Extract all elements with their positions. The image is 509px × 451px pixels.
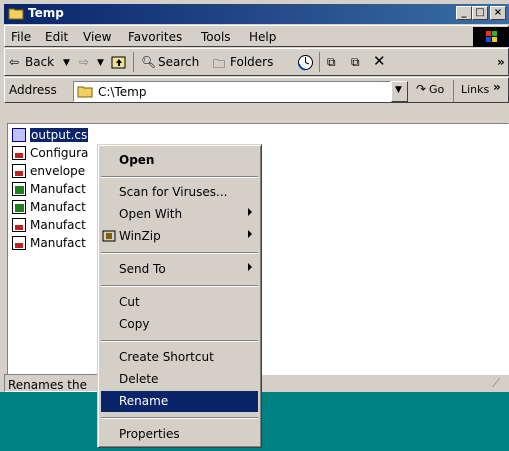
menu-separator — [101, 285, 258, 287]
back-arrow-icon[interactable]: ⇦ — [9, 55, 19, 69]
menu-item-label: Cut — [119, 295, 140, 309]
folder-icon — [77, 86, 93, 98]
toolbar-divider — [133, 52, 134, 72]
folder-icon — [8, 8, 24, 20]
address-value: C:\Temp — [98, 85, 147, 99]
document-icon — [12, 218, 26, 232]
submenu-arrow-icon — [248, 263, 252, 271]
back-button-label[interactable]: Back — [25, 55, 54, 69]
menu-item-properties[interactable]: Properties — [101, 424, 258, 445]
standard-toolbar: ⇦ Back ▼ ⇨ ▼ 🔍︎ Search 🗀 Folders ⧉ ⧉ ✕ » — [4, 48, 509, 76]
menu-item-label: Open — [119, 153, 155, 167]
search-icon[interactable]: 🔍︎ — [141, 55, 156, 69]
windows-logo-icon — [473, 27, 509, 47]
close-button[interactable]: × — [490, 6, 506, 20]
menu-separator — [101, 176, 258, 178]
menu-item-open-with[interactable]: Open With — [101, 204, 258, 225]
context-menu: Open Scan for Viruses... Open With WinZi… — [97, 144, 262, 448]
links-overflow-icon[interactable]: » — [493, 80, 501, 94]
search-button-label[interactable]: Search — [158, 55, 199, 69]
menu-separator — [101, 417, 258, 419]
history-icon[interactable] — [297, 54, 314, 71]
menu-item-label: Rename — [119, 394, 169, 408]
menu-favorites[interactable]: Favorites — [128, 30, 182, 44]
document-icon — [12, 146, 26, 160]
back-dropdown-icon[interactable]: ▼ — [63, 58, 70, 68]
address-bar: Address C:\Temp ▼ ↷ Go Links » — [4, 77, 509, 103]
file-name: Manufact — [30, 200, 86, 214]
document-icon — [12, 236, 26, 250]
menu-item-label: Send To — [119, 262, 166, 276]
go-arrow-icon[interactable]: ↷ — [416, 82, 426, 96]
toolbar-divider — [319, 52, 320, 72]
menu-item-send-to[interactable]: Send To — [101, 259, 258, 280]
menu-item-label: Copy — [119, 317, 150, 331]
window-title: Temp — [28, 6, 64, 20]
file-name: Manufact — [30, 236, 86, 250]
menu-item-delete[interactable]: Delete — [101, 369, 258, 390]
address-dropdown-button[interactable]: ▼ — [391, 81, 408, 102]
menu-item-rename[interactable]: Rename — [101, 391, 258, 412]
file-name: Manufact — [30, 218, 86, 232]
toolbar-divider — [453, 80, 454, 102]
file-name: envelope — [30, 164, 86, 178]
delete-icon[interactable]: ✕ — [373, 52, 386, 70]
menu-item-label: Create Shortcut — [119, 350, 214, 364]
menu-item-open[interactable]: Open — [101, 150, 258, 171]
app-icon — [12, 200, 26, 214]
folders-button-label[interactable]: Folders — [230, 55, 273, 69]
menu-item-scan-viruses[interactable]: Scan for Viruses... — [101, 182, 258, 203]
menu-bar: File Edit View Favorites Tools Help — [4, 25, 509, 47]
menu-item-winzip[interactable]: WinZip — [101, 226, 258, 247]
submenu-arrow-icon — [248, 230, 252, 238]
app-icon — [12, 182, 26, 196]
menu-item-label: Open With — [119, 207, 183, 221]
maximize-button[interactable]: □ — [472, 6, 488, 20]
chevron-down-icon: ▼ — [395, 85, 402, 95]
resize-grip-icon[interactable]: ⟋ — [492, 376, 500, 391]
copy-to-icon[interactable]: ⧉ — [351, 55, 360, 70]
winzip-icon — [102, 230, 116, 242]
menu-item-cut[interactable]: Cut — [101, 292, 258, 313]
menu-help[interactable]: Help — [249, 30, 276, 44]
menu-separator — [101, 340, 258, 342]
menu-item-label: Delete — [119, 372, 159, 386]
status-text: Renames the — [8, 378, 87, 392]
forward-dropdown-icon: ▼ — [97, 58, 104, 68]
menu-item-label: Properties — [119, 427, 180, 441]
toolbar-overflow-icon[interactable]: » — [497, 55, 505, 69]
document-icon — [12, 164, 26, 178]
links-label[interactable]: Links — [461, 83, 489, 96]
title-bar[interactable]: Temp _ □ × — [4, 4, 509, 24]
menu-file[interactable]: File — [11, 30, 31, 44]
submenu-arrow-icon — [248, 208, 252, 216]
menu-tools[interactable]: Tools — [201, 30, 231, 44]
menu-edit[interactable]: Edit — [45, 30, 68, 44]
move-to-icon[interactable]: ⧉ — [327, 55, 336, 70]
go-button-label[interactable]: Go — [429, 83, 444, 96]
menu-item-copy[interactable]: Copy — [101, 314, 258, 335]
file-name: Configura — [30, 146, 89, 160]
menu-item-label: Scan for Viruses... — [119, 185, 228, 199]
address-label: Address — [9, 83, 57, 97]
menu-separator — [101, 252, 258, 254]
up-folder-icon[interactable] — [111, 54, 127, 70]
menu-item-label: WinZip — [119, 229, 161, 243]
file-name: Manufact — [30, 182, 86, 196]
minimize-button[interactable]: _ — [456, 6, 472, 20]
status-panel: Renames the — [4, 374, 104, 392]
address-input[interactable]: C:\Temp — [73, 81, 391, 102]
folders-icon[interactable]: 🗀 — [213, 55, 225, 76]
menu-item-create-shortcut[interactable]: Create Shortcut — [101, 347, 258, 368]
forward-arrow-icon: ⇨ — [79, 55, 90, 69]
file-name: output.cs — [28, 127, 90, 143]
cs-file-icon — [12, 128, 26, 142]
menu-view[interactable]: View — [83, 30, 111, 44]
list-item[interactable]: output.cs — [12, 127, 92, 144]
